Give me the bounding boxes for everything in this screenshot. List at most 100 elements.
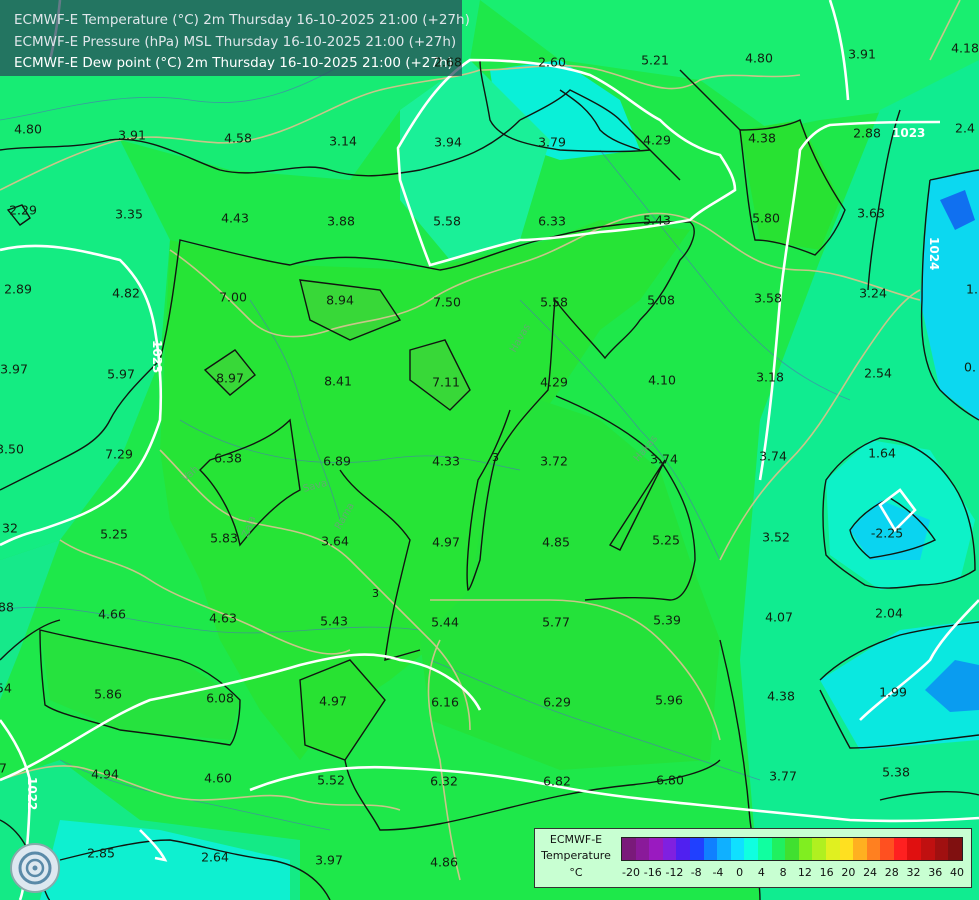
temperature-value: 4.86 (430, 854, 458, 870)
temperature-value: 8.94 (326, 292, 354, 308)
temperature-value: 5.21 (641, 52, 669, 68)
temperature-value: 3.72 (540, 453, 568, 469)
isobar-label: 1023 (892, 126, 925, 140)
temperature-value: 5.39 (653, 612, 681, 628)
temperature-value: 1. (966, 281, 978, 297)
temperature-value: 5.38 (882, 764, 910, 780)
legend-tick: 16 (819, 866, 834, 879)
temperature-value: 8.41 (324, 373, 352, 389)
temperature-value: 5.86 (94, 686, 122, 702)
temperature-value: 5.25 (652, 532, 680, 548)
temperature-value: 3.58 (754, 290, 782, 306)
temperature-value: 3.63 (857, 205, 885, 221)
legend-tick: 0 (736, 866, 744, 879)
temperature-map: 1023 1024 1023 1022 3 3 Havas Hakas Vah … (0, 0, 979, 900)
legend-tick: -12 (665, 866, 684, 879)
temperature-value: 5.97 (107, 366, 135, 382)
legend-swatch (622, 838, 636, 860)
temperature-value: 5.52 (317, 772, 345, 788)
legend-tick: 36 (928, 866, 943, 879)
temperature-value: 3.77 (769, 768, 797, 784)
contour-label: 3 (372, 587, 379, 600)
temperature-value: 6.08 (206, 690, 234, 706)
temperature-value: 2.89 (4, 281, 32, 297)
temperature-value: 3.74 (650, 451, 678, 467)
legend-color-bar (621, 837, 963, 861)
temperature-value: 3.94 (434, 134, 462, 150)
temperature-value: 2.60 (538, 54, 566, 70)
temperature-value: 4.63 (209, 610, 237, 626)
temperature-value: 4.18 (951, 40, 979, 56)
legend-tick: -4 (712, 866, 724, 879)
temperature-value: 4.43 (221, 210, 249, 226)
legend-swatch (893, 838, 908, 860)
temperature-value: 2.64 (201, 849, 229, 865)
temperature-value: 6.32 (430, 773, 458, 789)
temperature-value: 4.38 (767, 688, 795, 704)
temperature-value: 7.50 (433, 294, 461, 310)
temperature-value: 4.85 (542, 534, 570, 550)
legend-swatch (866, 838, 881, 860)
legend-tick: 12 (797, 866, 812, 879)
temperature-value: 4.80 (745, 50, 773, 66)
temperature-value: 3.52 (762, 529, 790, 545)
temperature-value: 4.94 (91, 766, 119, 782)
legend-tick: 20 (841, 866, 856, 879)
temperature-value: 2.29 (9, 202, 37, 218)
legend-swatch (934, 838, 949, 860)
temperature-value: -2.25 (870, 525, 904, 541)
legend-swatch (907, 838, 922, 860)
temperature-value: 2.88 (853, 125, 881, 141)
temperature-value: 3.88 (327, 213, 355, 229)
temperature-value: 5.58 (433, 213, 461, 229)
temperature-value: 4.97 (319, 693, 347, 709)
legend-swatch (703, 838, 718, 860)
contour-label: 3 (492, 451, 499, 464)
legend-swatch (689, 838, 704, 860)
map-header: ECMWF-E Temperature (°C) 2m Thursday 16-… (0, 0, 470, 76)
temperature-value: 2.68 (434, 54, 462, 70)
temperature-value: 4.60 (204, 770, 232, 786)
temperature-value: 54 (0, 680, 12, 696)
temperature-value: 7 (0, 760, 7, 776)
legend-swatch (717, 838, 731, 860)
temperature-value: 3.91 (118, 127, 146, 143)
temperature-value: 2.54 (864, 365, 892, 381)
temperature-value: 88 (0, 599, 14, 615)
temperature-value: 5.44 (431, 614, 459, 630)
temperature-value: 3.14 (329, 133, 357, 149)
legend-tick: 8 (779, 866, 787, 879)
legend-tick: -8 (690, 866, 702, 879)
temperature-value: 4.07 (765, 609, 793, 625)
temperature-legend: ECMWF-E Temperature °C -20 -16 -12 -8 -4 0 4 8 1… (534, 828, 972, 888)
temperature-value: 5.83 (210, 530, 238, 546)
temperature-value: 6.29 (543, 694, 571, 710)
temperature-value: 3.50 (0, 441, 24, 457)
legend-swatch (812, 838, 826, 860)
temperature-value: 4.29 (643, 132, 671, 148)
temperature-value: 4.10 (648, 372, 676, 388)
temperature-value: 3.35 (115, 206, 143, 222)
legend-tick: 28 (884, 866, 899, 879)
temperature-value: 3.24 (859, 285, 887, 301)
legend-unit: °C (569, 866, 583, 879)
temperature-value: 1.64 (868, 445, 896, 461)
temperature-value: 5.58 (540, 294, 568, 310)
temperature-value: 4.29 (540, 374, 568, 390)
header-pressure-line: ECMWF-E Pressure (hPa) MSL Thursday 16-1… (14, 34, 457, 50)
temperature-value: 6.33 (538, 213, 566, 229)
temperature-value: 32 (2, 520, 18, 536)
legend-swatch (825, 838, 840, 860)
isobar-label: 1023 (150, 340, 164, 373)
legend-swatch (948, 838, 962, 860)
temperature-value: 4.97 (432, 534, 460, 550)
temperature-value: 0. (964, 359, 976, 375)
legend-swatch (676, 838, 690, 860)
legend-swatch (880, 838, 894, 860)
temperature-value: 5.96 (655, 692, 683, 708)
header-temperature-line: ECMWF-E Temperature (°C) 2m Thursday 16-… (14, 12, 470, 28)
legend-swatch (662, 838, 677, 860)
ecmwf-logo-icon (10, 843, 60, 893)
temperature-value: 7.00 (219, 289, 247, 305)
temperature-value: 1.99 (879, 684, 907, 700)
